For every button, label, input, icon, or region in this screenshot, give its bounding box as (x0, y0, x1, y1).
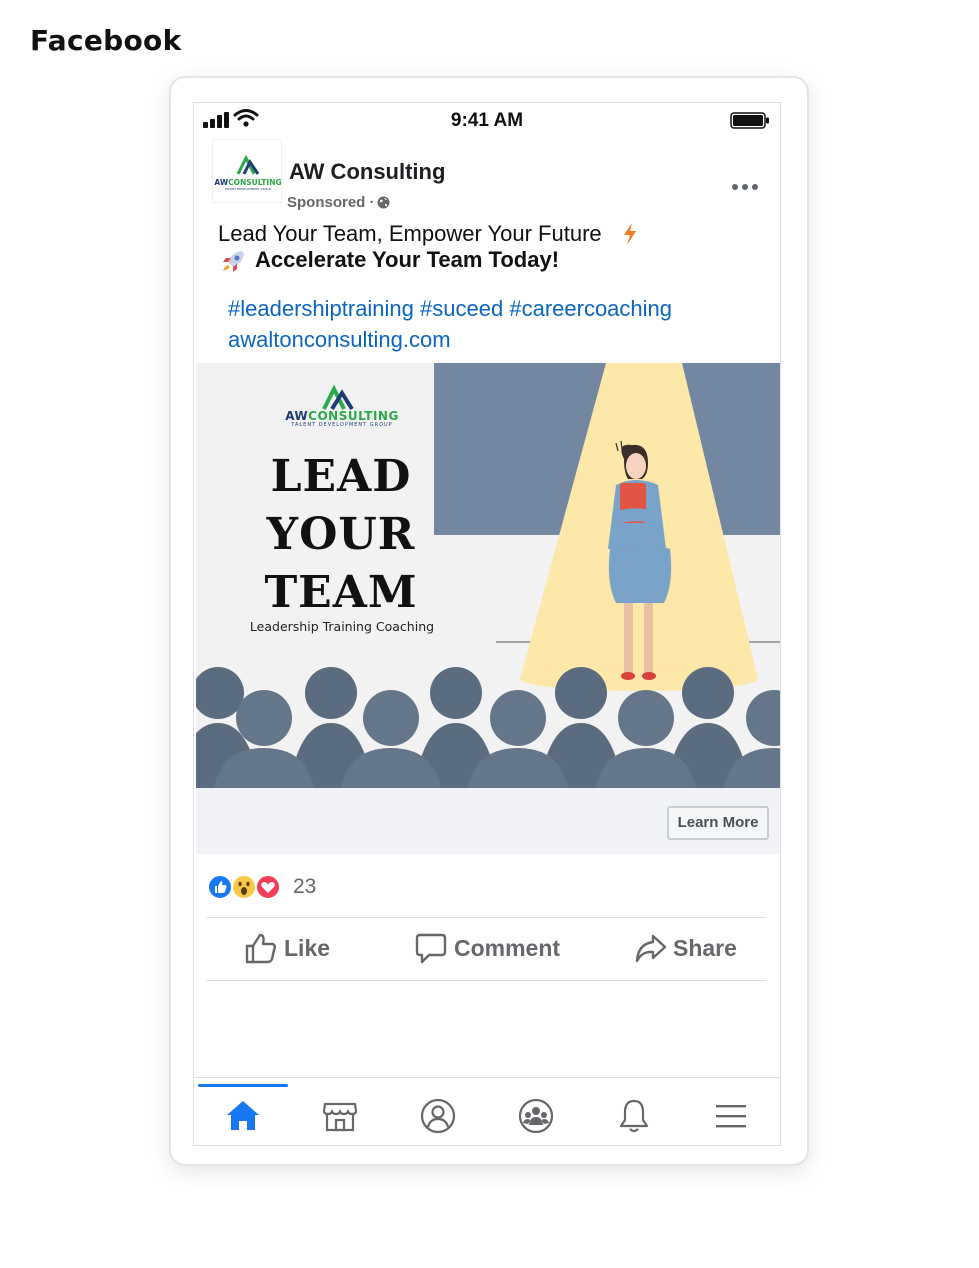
website-link[interactable]: awaltonconsulting.com (228, 327, 451, 353)
page-avatar[interactable]: AWCONSULTING TALENT DEVELOPMENT GROUP (212, 139, 282, 203)
ad-image[interactable]: AWCONSULTING TALENT DEVELOPMENT GROUP LE… (196, 363, 780, 788)
marketplace-icon (322, 1102, 358, 1132)
nav-groups[interactable] (516, 1096, 556, 1136)
notifications-icon (619, 1099, 649, 1133)
like-button[interactable]: Like (244, 931, 334, 967)
aw-logo-icon: AWCONSULTING TALENT DEVELOPMENT GROUP (214, 154, 282, 191)
like-icon (207, 874, 233, 900)
hashtag-link[interactable]: #leadershiptraining (228, 296, 414, 321)
post-text-line-1: Lead Your Team, Empower Your Future (218, 221, 602, 246)
thumbs-up-icon (245, 933, 276, 964)
globe-icon (377, 196, 390, 209)
active-tab-indicator (198, 1084, 288, 1087)
learn-more-button[interactable]: Learn More (667, 806, 769, 840)
menu-icon (716, 1105, 746, 1128)
sponsored-label: Sponsored · (287, 194, 375, 211)
bottom-nav (194, 1077, 780, 1145)
share-button[interactable]: Share (634, 931, 744, 967)
ad-logo-tagline: TALENT DEVELOPMENT GROUP (291, 422, 393, 428)
comment-icon (415, 933, 447, 964)
wow-icon (231, 874, 257, 900)
ad-subtitle: Leadership Training Coaching (249, 619, 435, 634)
rocket-icon (223, 251, 244, 272)
ad-logo-text: AWCONSULTING (285, 409, 399, 423)
ad-title-line: TEAM (264, 567, 418, 618)
post-text-line-2: Accelerate Your Team Today! (255, 247, 560, 272)
divider (206, 917, 766, 918)
like-label: Like (284, 935, 331, 961)
ad-title-line: YOUR (266, 509, 416, 560)
page-label: Facebook (30, 24, 182, 57)
comment-button[interactable]: Comment (414, 931, 564, 967)
home-icon (227, 1101, 259, 1130)
nav-marketplace[interactable] (320, 1096, 360, 1136)
nav-home[interactable] (223, 1096, 263, 1136)
svg-text:TALENT DEVELOPMENT GROUP: TALENT DEVELOPMENT GROUP (224, 187, 272, 191)
ad-title-line: LEAD (270, 451, 412, 502)
status-time: 9:41 AM (450, 110, 524, 131)
share-label: Share (673, 935, 737, 961)
page-name[interactable]: AW Consulting (289, 159, 445, 185)
love-icon (255, 874, 281, 900)
hashtags: #leadershiptraining #suceed #careercoach… (228, 296, 672, 322)
nav-notifications[interactable] (614, 1096, 654, 1136)
share-icon (635, 934, 667, 963)
groups-icon (518, 1098, 554, 1134)
more-options-icon[interactable] (730, 181, 760, 193)
nav-menu[interactable] (711, 1096, 751, 1136)
hashtag-link[interactable]: #suceed (420, 296, 503, 321)
reactions-summary[interactable] (206, 873, 286, 901)
profile-icon (420, 1098, 456, 1134)
phone-screen: 9:41 AM AWCONSULTING TALENT DEVELOPMENT … (193, 102, 781, 1146)
svg-text:AWCONSULTING: AWCONSULTING (214, 178, 281, 187)
status-bar: 9:41 AM (194, 103, 780, 137)
comment-label: Comment (454, 935, 561, 961)
divider (206, 980, 766, 981)
battery-icon (730, 112, 769, 129)
lightning-icon (624, 223, 636, 245)
hashtag-link[interactable]: #careercoaching (509, 296, 672, 321)
reaction-count[interactable]: 23 (293, 875, 316, 899)
nav-profile[interactable] (418, 1096, 458, 1136)
cta-bar: Learn More (196, 788, 780, 854)
